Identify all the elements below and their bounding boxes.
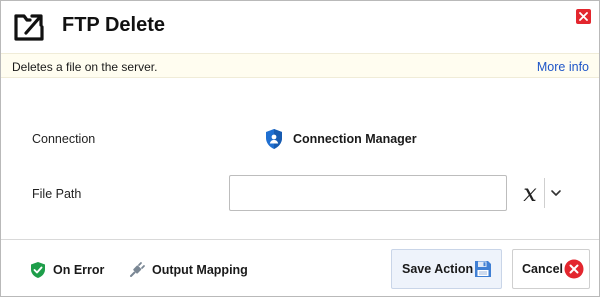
divider bbox=[544, 178, 545, 208]
cancel-x-icon bbox=[564, 259, 584, 279]
shield-user-icon bbox=[266, 129, 282, 149]
dialog-title: FTP Delete bbox=[62, 14, 165, 36]
cancel-button[interactable]: Cancel bbox=[512, 249, 590, 289]
file-path-label: File Path bbox=[32, 187, 82, 201]
floppy-disk-icon bbox=[475, 261, 491, 277]
plug-icon bbox=[130, 262, 145, 277]
close-button[interactable] bbox=[576, 9, 591, 24]
connection-value: Connection Manager bbox=[293, 132, 417, 146]
info-bar: Deletes a file on the server. More info bbox=[1, 53, 599, 78]
folder-arrow-icon bbox=[14, 14, 44, 41]
output-mapping-label: Output Mapping bbox=[152, 263, 248, 277]
dialog-footer: On Error Output Mapping Save Action Canc… bbox=[1, 239, 599, 296]
save-action-label: Save Action bbox=[402, 262, 474, 276]
cancel-label: Cancel bbox=[522, 262, 563, 276]
output-mapping-button[interactable]: Output Mapping bbox=[128, 261, 248, 279]
variable-x-icon[interactable]: x bbox=[519, 177, 541, 209]
action-description: Deletes a file on the server. bbox=[12, 60, 158, 74]
more-info-link[interactable]: More info bbox=[537, 60, 589, 74]
ftp-delete-dialog: FTP Delete Deletes a file on the server.… bbox=[0, 0, 600, 297]
on-error-button[interactable]: On Error bbox=[29, 261, 104, 279]
close-icon bbox=[579, 12, 588, 21]
connection-manager-selector[interactable]: Connection Manager bbox=[264, 128, 417, 150]
shield-check-icon bbox=[31, 262, 45, 278]
connection-label: Connection bbox=[32, 132, 96, 146]
on-error-label: On Error bbox=[53, 263, 105, 277]
chevron-down-icon[interactable] bbox=[549, 187, 563, 199]
save-action-button[interactable]: Save Action bbox=[391, 249, 502, 289]
file-path-input[interactable] bbox=[229, 175, 507, 211]
dialog-header: FTP Delete bbox=[1, 1, 599, 53]
